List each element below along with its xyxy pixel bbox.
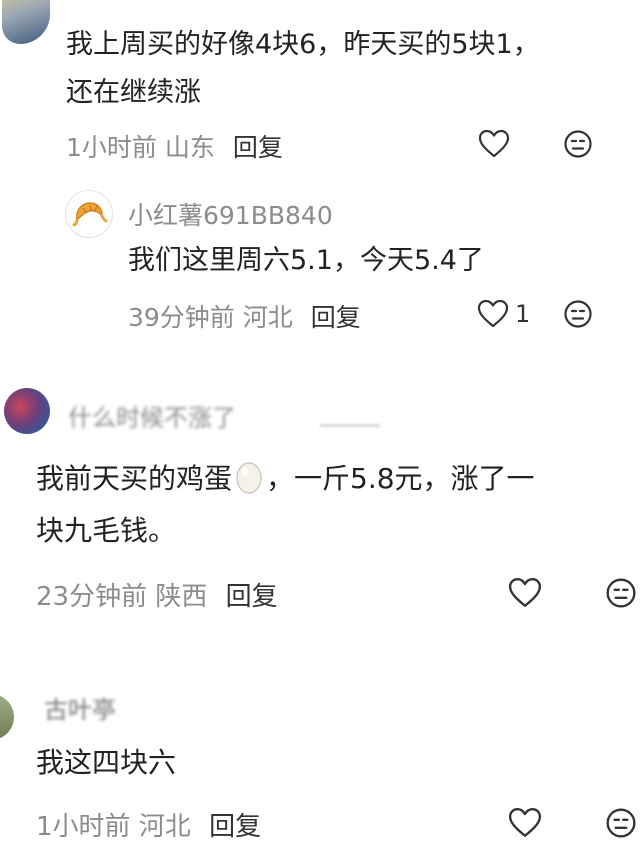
username[interactable]: 小红薯691BB840 [128, 196, 333, 232]
reply-button[interactable]: 回复 [209, 812, 261, 842]
like-button[interactable] [477, 128, 511, 160]
dislike-button[interactable] [562, 128, 594, 160]
avatar[interactable] [4, 388, 50, 434]
comment-text: 我上周买的好像4块6，昨天买的5块1， [66, 29, 540, 60]
heart-outline-icon [477, 299, 509, 328]
location: 陕西 [155, 582, 208, 612]
location: 山东 [164, 133, 215, 162]
like-button[interactable] [507, 806, 543, 840]
comment-text: 块九毛钱。 [36, 514, 177, 547]
avatar[interactable] [0, 694, 14, 740]
location: 河北 [138, 812, 191, 842]
like-count: 1 [515, 300, 531, 328]
avatar[interactable] [2, 0, 50, 44]
name-separator [320, 424, 380, 427]
heart-outline-icon [508, 808, 542, 837]
heart-outline-icon [508, 578, 542, 607]
meh-face-icon [606, 808, 636, 838]
comment-text: 我这四块六 [36, 746, 177, 779]
username[interactable]: 什么时候不涨了 [68, 398, 236, 433]
reply-button[interactable]: 回复 [311, 303, 361, 332]
location: 河北 [242, 303, 293, 332]
comment-text: 我前天买的鸡蛋 ，一斤5.8元，涨了一 [36, 456, 640, 508]
reply-button[interactable]: 回复 [226, 582, 278, 612]
timestamp: 1小时前 [66, 133, 157, 162]
dislike-button[interactable] [604, 806, 638, 840]
username[interactable]: 古叶亭 [44, 690, 116, 725]
egg-emoji-icon [234, 460, 264, 508]
like-button[interactable] [507, 576, 543, 610]
croissant-avatar-icon[interactable] [65, 190, 113, 238]
meh-face-icon [564, 130, 592, 158]
comment-meta: 1小时前 河北 回复 [36, 806, 261, 843]
reply-button[interactable]: 回复 [233, 133, 283, 162]
meh-face-icon [564, 300, 592, 328]
timestamp: 1小时前 [36, 812, 131, 842]
like-button[interactable]: 1 [477, 298, 537, 330]
comment-text: 还在继续涨 [66, 77, 201, 108]
comment-text: 我们这里周六5.1，今天5.4了 [128, 245, 484, 276]
dislike-button[interactable] [562, 298, 594, 330]
comment-meta: 23分钟前 陕西 回复 [36, 576, 278, 613]
timestamp: 39分钟前 [128, 303, 235, 332]
heart-outline-icon [478, 129, 510, 158]
comment-meta: 39分钟前 河北 回复 [128, 298, 361, 334]
timestamp: 23分钟前 [36, 582, 148, 612]
comment-meta: 1小时前 山东 回复 [66, 128, 283, 164]
dislike-button[interactable] [604, 576, 638, 610]
meh-face-icon [606, 578, 636, 608]
